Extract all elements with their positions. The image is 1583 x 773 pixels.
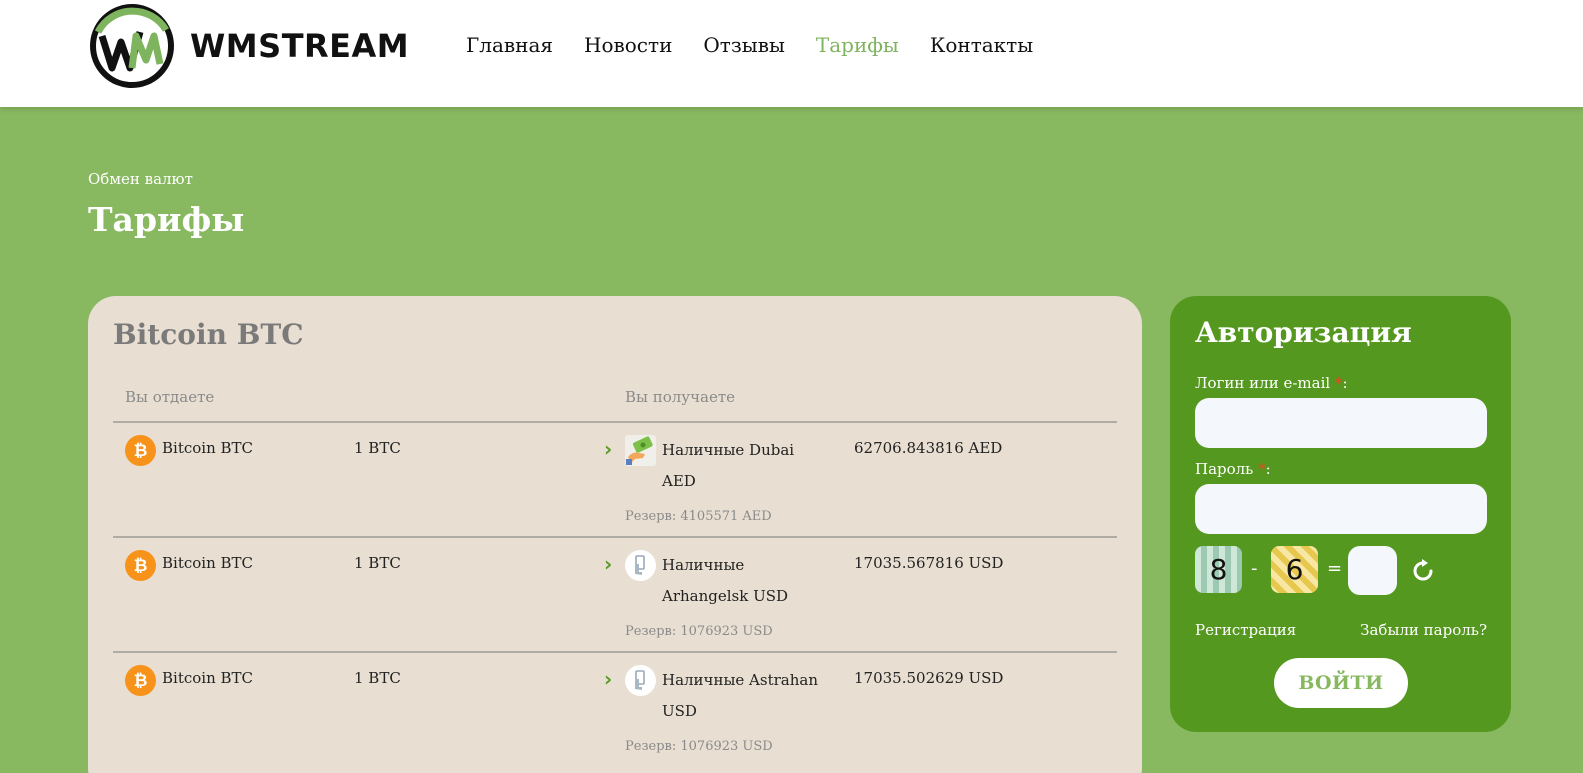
nav-item-news[interactable]: Новости bbox=[584, 33, 672, 57]
site-header: WMSTREAM Главная Новости Отзывы Тарифы К… bbox=[0, 0, 1583, 107]
chevron-right-icon: › bbox=[604, 667, 613, 691]
rates-title: Bitcoin BTC bbox=[113, 318, 304, 351]
column-header-get: Вы получаете bbox=[625, 388, 736, 406]
reserve-text: Резерв: 1076923 USD bbox=[625, 739, 773, 754]
nav-item-home[interactable]: Главная bbox=[466, 33, 553, 57]
logo[interactable]: WMSTREAM bbox=[88, 2, 409, 90]
cash-card-icon bbox=[625, 665, 656, 696]
reserve-text: Резерв: 1076923 USD bbox=[625, 624, 773, 639]
nav-item-contacts[interactable]: Контакты bbox=[930, 33, 1033, 57]
cash-hand-icon bbox=[625, 435, 656, 466]
give-currency: Bitcoin BTC bbox=[162, 439, 254, 457]
get-currency: Наличные Dubai AED bbox=[662, 441, 795, 490]
bitcoin-icon: ₿ bbox=[125, 550, 156, 581]
page-title: Тарифы bbox=[88, 200, 245, 239]
cash-card-icon bbox=[625, 550, 656, 581]
captcha-operator: - bbox=[1251, 558, 1258, 579]
captcha-digit-b: 6 bbox=[1271, 546, 1318, 593]
nav-item-tariffs[interactable]: Тарифы bbox=[816, 33, 899, 57]
captcha-equals: = bbox=[1327, 558, 1343, 579]
login-panel: Авторизация Логин или e-mail *: Пароль *… bbox=[1170, 296, 1511, 732]
login-title: Авторизация bbox=[1195, 316, 1412, 349]
rates-card: Bitcoin BTC Вы отдаете Вы получаете ₿ Bi… bbox=[88, 296, 1142, 773]
password-label: Пароль *: bbox=[1195, 460, 1271, 478]
captcha-digit-a: 8 bbox=[1195, 546, 1242, 593]
bitcoin-icon: ₿ bbox=[125, 435, 156, 466]
give-amount: 1 BTC bbox=[354, 554, 401, 572]
give-amount: 1 BTC bbox=[354, 669, 401, 687]
chevron-right-icon: › bbox=[604, 437, 613, 461]
login-button[interactable]: ВОЙТИ bbox=[1274, 658, 1408, 708]
column-header-give: Вы отдаете bbox=[125, 388, 215, 406]
reserve-text: Резерв: 4105571 AED bbox=[625, 509, 772, 524]
main-nav: Главная Новости Отзывы Тарифы Контакты bbox=[466, 33, 1033, 57]
nav-item-reviews[interactable]: Отзывы bbox=[703, 33, 784, 57]
refresh-icon[interactable] bbox=[1410, 558, 1436, 584]
give-currency: Bitcoin BTC bbox=[162, 554, 254, 572]
bitcoin-icon: ₿ bbox=[125, 665, 156, 696]
brand-name: WMSTREAM bbox=[190, 27, 410, 65]
breadcrumb[interactable]: Обмен валют bbox=[88, 170, 193, 188]
rate-row[interactable]: ₿ Bitcoin BTC 1 BTC › Наличные Arhangels… bbox=[113, 538, 1117, 653]
logo-icon bbox=[90, 4, 174, 88]
get-amount: 62706.843816 AED bbox=[854, 439, 1003, 457]
captcha-input[interactable] bbox=[1348, 546, 1397, 595]
password-input[interactable] bbox=[1195, 484, 1487, 534]
register-link[interactable]: Регистрация bbox=[1195, 621, 1296, 639]
required-mark: * bbox=[1258, 460, 1266, 478]
get-currency: Наличные Arhangelsk USD bbox=[662, 556, 789, 605]
login-label: Логин или e-mail *: bbox=[1195, 374, 1348, 392]
get-currency: Наличные Astrahan USD bbox=[662, 671, 818, 720]
rate-row[interactable]: ₿ Bitcoin BTC 1 BTC › Наличные Astrahan … bbox=[113, 653, 1117, 768]
give-currency: Bitcoin BTC bbox=[162, 669, 254, 687]
forgot-password-link[interactable]: Забыли пароль? bbox=[1360, 621, 1487, 639]
login-input[interactable] bbox=[1195, 398, 1487, 448]
rate-row[interactable]: ₿ Bitcoin BTC 1 BTC › Наличные Dubai AED… bbox=[113, 423, 1117, 538]
get-amount: 17035.502629 USD bbox=[854, 669, 1004, 687]
get-amount: 17035.567816 USD bbox=[854, 554, 1004, 572]
give-amount: 1 BTC bbox=[354, 439, 401, 457]
chevron-right-icon: › bbox=[604, 552, 613, 576]
